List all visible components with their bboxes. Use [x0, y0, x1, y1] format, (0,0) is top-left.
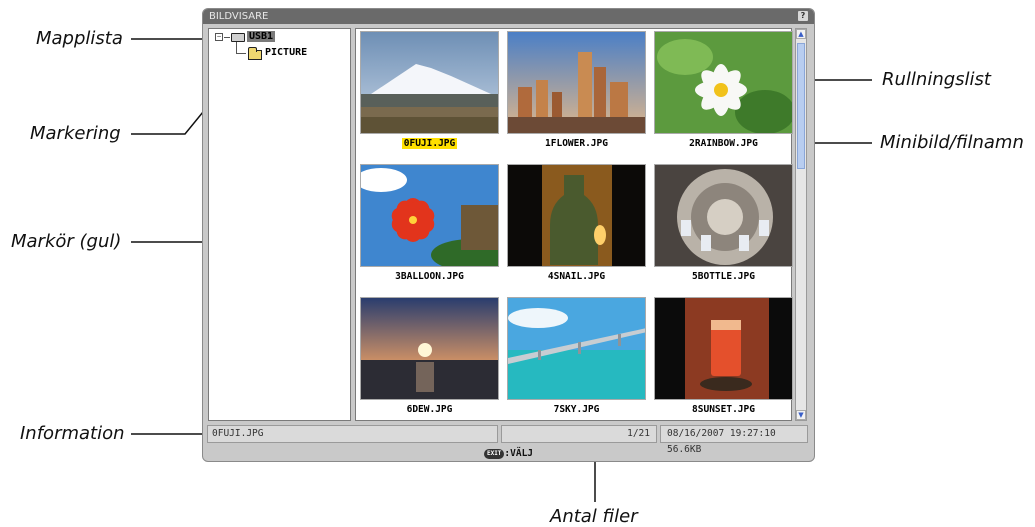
scroll-up-icon[interactable]: ▲ — [796, 29, 806, 39]
image-viewer-window: BILDVISARE ? − USB1 PICTURE 0FUJI.JPG 1F… — [202, 8, 815, 462]
thumbnail-dew[interactable] — [360, 297, 499, 400]
bottle-image — [508, 165, 645, 266]
hibiscus-image — [361, 165, 498, 266]
thumbnail-caption: 7SKY.JPG — [553, 404, 600, 415]
thumbnail-caption: 2RAINBOW.JPG — [689, 138, 758, 149]
window-title: BILDVISARE — [209, 11, 269, 22]
callout-folder-list: Mapplista — [36, 28, 123, 49]
status-datetime-size: 08/16/2007 19:27:10 56.6KB — [660, 425, 808, 455]
thumbnail-caption: 3BALLOON.JPG — [395, 271, 464, 282]
bridge-image — [508, 298, 645, 399]
scrollbar[interactable]: ▲ ▼ — [795, 28, 807, 421]
callout-file-count: Antal filer — [550, 506, 638, 527]
city-image — [508, 32, 645, 133]
footer-label: :VÄLJ — [504, 448, 534, 459]
thumbnail-fuji[interactable] — [360, 31, 499, 134]
thumbnail-caption: 4SNAIL.JPG — [547, 271, 606, 282]
help-button[interactable]: ? — [798, 11, 808, 21]
callout-information: Information — [20, 423, 125, 444]
filename-label: 0FUJI.JPG — [401, 138, 458, 149]
folder-icon — [248, 47, 262, 60]
thumbnail-caption: 1FLOWER.JPG — [545, 138, 608, 149]
thumbnail-snail[interactable] — [507, 164, 646, 267]
thumbnail-caption: 0FUJI.JPG — [360, 138, 499, 149]
thumbnail-sky[interactable] — [507, 297, 646, 400]
dome-image — [655, 165, 792, 266]
thumbnail-caption: 6DEW.JPG — [406, 404, 453, 415]
tree-item-usb1[interactable]: USB1 — [247, 31, 276, 42]
usb-drive-icon — [231, 33, 245, 42]
thumbnail-caption: 8SUNSET.JPG — [692, 404, 755, 415]
thumbnail-bottle[interactable] — [654, 164, 793, 267]
tree-item-usb1-label: USB1 — [247, 31, 276, 42]
title-bar: BILDVISARE ? — [203, 9, 814, 24]
thumbnail-caption: 5BOTTLE.JPG — [692, 271, 755, 282]
thumbnail-flower-1[interactable] — [507, 31, 646, 134]
thumbnail-grid: 0FUJI.JPG 1FLOWER.JPG 2RAINBOW.JPG 3BALL… — [355, 28, 793, 421]
callout-selection: Markering — [30, 123, 121, 144]
thumbnail-sunset[interactable] — [654, 297, 793, 400]
callout-thumbnail: Minibild/filnamn — [880, 132, 1024, 153]
callout-scrollbar: Rullningslist — [882, 69, 991, 90]
scrollbar-thumb[interactable] — [797, 43, 805, 169]
callout-cursor: Markör (gul) — [11, 231, 122, 252]
tree-connector — [236, 53, 246, 54]
tree-connector — [236, 42, 237, 53]
collapse-icon[interactable]: − — [215, 33, 223, 41]
status-filename: 0FUJI.JPG — [207, 425, 498, 443]
thumbnail-rainbow[interactable] — [654, 31, 793, 134]
fuji-image — [361, 32, 498, 133]
tree-connector — [224, 37, 230, 38]
sunset-image — [361, 298, 498, 399]
tree-item-picture[interactable]: PICTURE — [265, 47, 307, 58]
scroll-down-icon[interactable]: ▼ — [796, 410, 806, 420]
thumbnail-balloon[interactable] — [360, 164, 499, 267]
exit-key-icon: EXIT — [483, 448, 505, 459]
footer-hint: EXIT:VÄLJ — [203, 446, 814, 461]
folder-list: − USB1 PICTURE — [208, 28, 351, 421]
drink-image — [655, 298, 792, 399]
cosmos-flower-image — [655, 32, 792, 133]
status-file-count: 1/21 — [501, 425, 657, 443]
